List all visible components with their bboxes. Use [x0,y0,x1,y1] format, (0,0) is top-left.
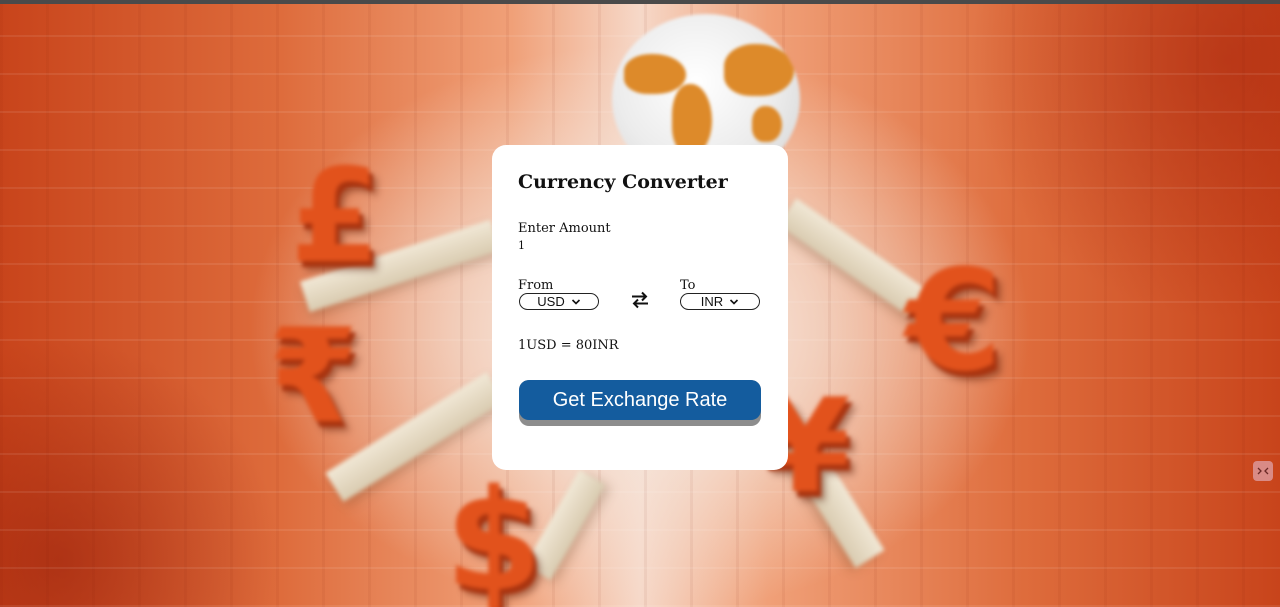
get-exchange-rate-button[interactable]: Get Exchange Rate [519,380,761,426]
globe-land [624,54,686,94]
to-currency-select[interactable]: INR [680,293,760,310]
globe-land [724,44,794,96]
top-border [0,0,1280,4]
pound-symbol: £ [290,140,381,292]
swap-arrows-svg [632,291,648,309]
from-label: From [518,278,554,293]
rupee-symbol: ₹ [268,300,359,452]
page-title: Currency Converter [518,171,728,193]
chevron-down-icon [571,298,580,305]
to-label: To [680,278,696,293]
chevron-down-icon [730,298,739,305]
globe-land [672,84,712,154]
amount-input[interactable] [518,237,718,253]
button-label: Get Exchange Rate [519,380,761,420]
corner-widget-icon[interactable] [1253,461,1273,481]
exchange-rate-text: 1USD = 80INR [518,338,619,353]
converter-card: Currency Converter Enter Amount From USD… [492,145,788,470]
from-currency-value: USD [537,294,565,309]
corner-widget-glyph [1257,467,1269,475]
dollar-symbol: $ [445,460,543,607]
swap-arrows-icon[interactable] [628,288,652,312]
amount-label: Enter Amount [518,221,611,236]
globe-land [752,106,782,142]
from-currency-select[interactable]: USD [519,293,599,310]
to-currency-value: INR [700,294,724,309]
euro-symbol: € [905,240,1003,403]
